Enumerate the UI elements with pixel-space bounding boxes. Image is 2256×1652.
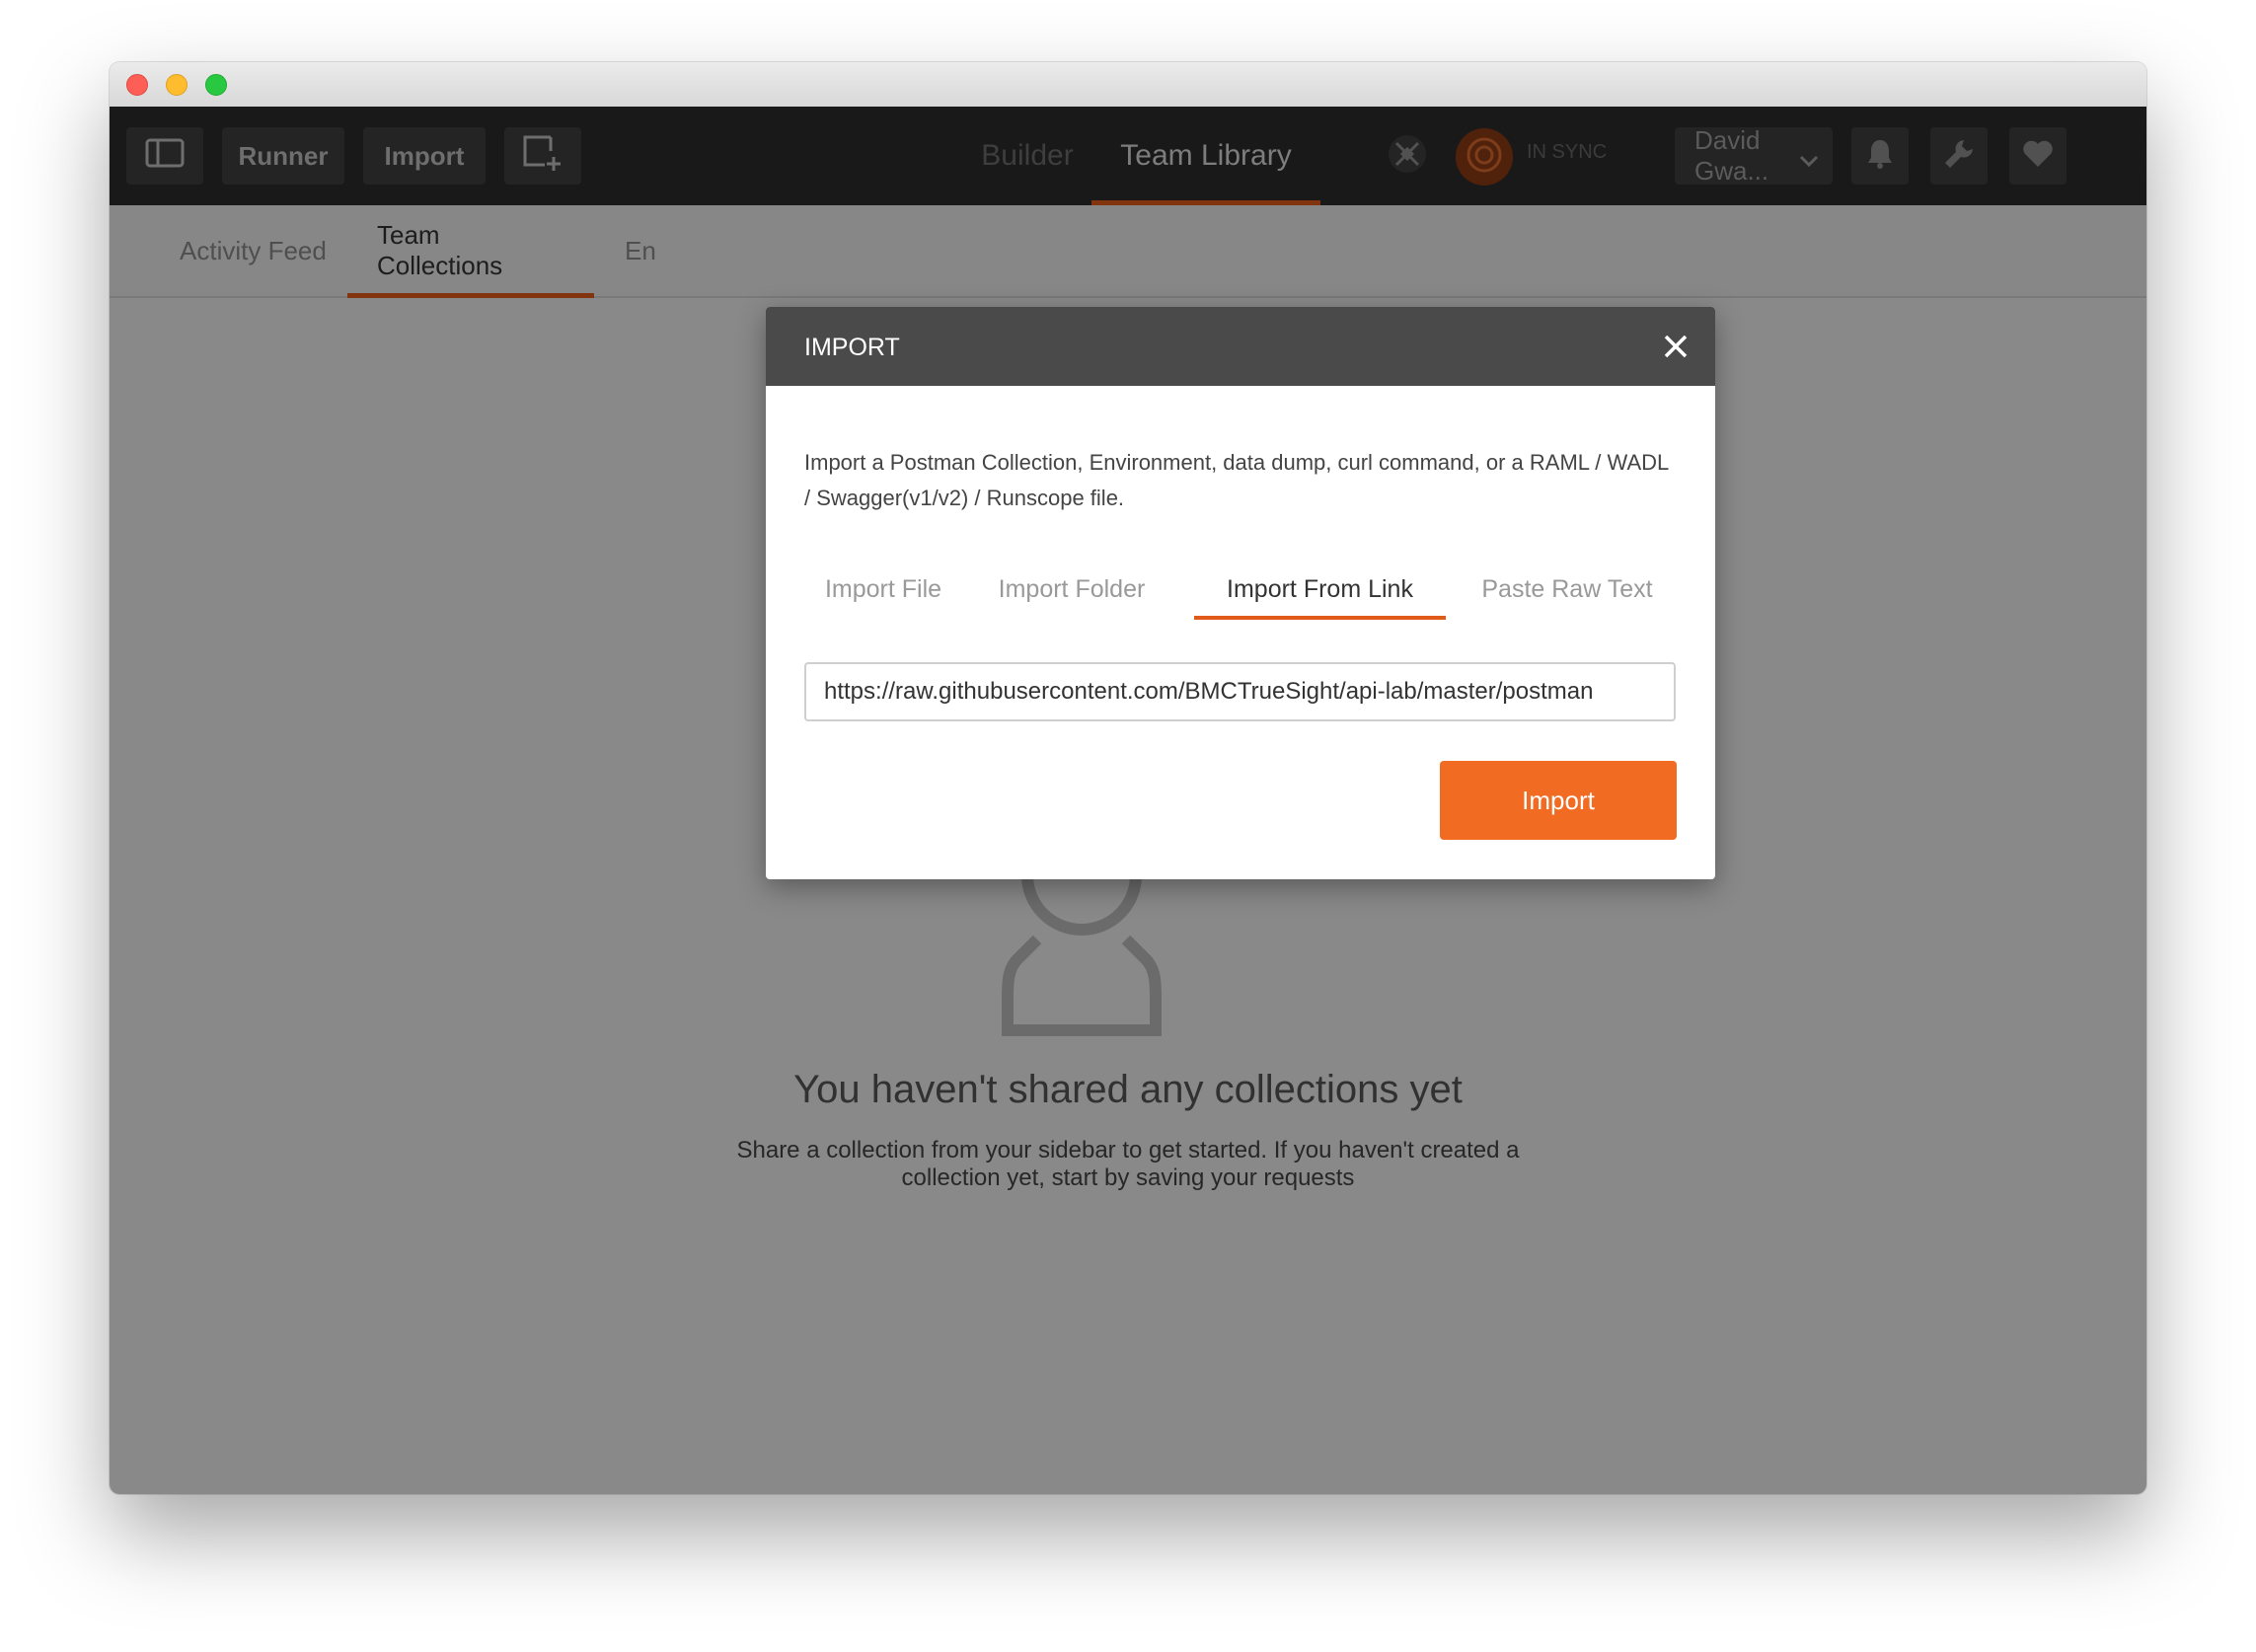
app-window: Runner Import Builder Team Library IN SY… xyxy=(110,62,2146,1494)
dialog-description: Import a Postman Collection, Environment… xyxy=(804,450,1669,510)
import-dialog: IMPORT Import a Postman Collection, Envi… xyxy=(766,307,1715,879)
close-window-button[interactable] xyxy=(126,74,148,96)
import-url-input[interactable] xyxy=(804,662,1676,721)
minimize-window-button[interactable] xyxy=(166,74,188,96)
close-icon[interactable] xyxy=(1658,329,1693,364)
import-submit-button[interactable]: Import xyxy=(1440,761,1677,840)
dialog-header: IMPORT xyxy=(766,307,1715,386)
title-bar xyxy=(110,62,2146,108)
tab-import-from-link[interactable]: Import From Link xyxy=(1194,559,1446,620)
maximize-window-button[interactable] xyxy=(205,74,227,96)
tab-import-file[interactable]: Import File xyxy=(809,559,957,620)
dialog-title: IMPORT xyxy=(804,334,900,361)
tab-import-folder[interactable]: Import Folder xyxy=(983,559,1161,620)
tab-paste-raw-text[interactable]: Paste Raw Text xyxy=(1468,559,1666,620)
